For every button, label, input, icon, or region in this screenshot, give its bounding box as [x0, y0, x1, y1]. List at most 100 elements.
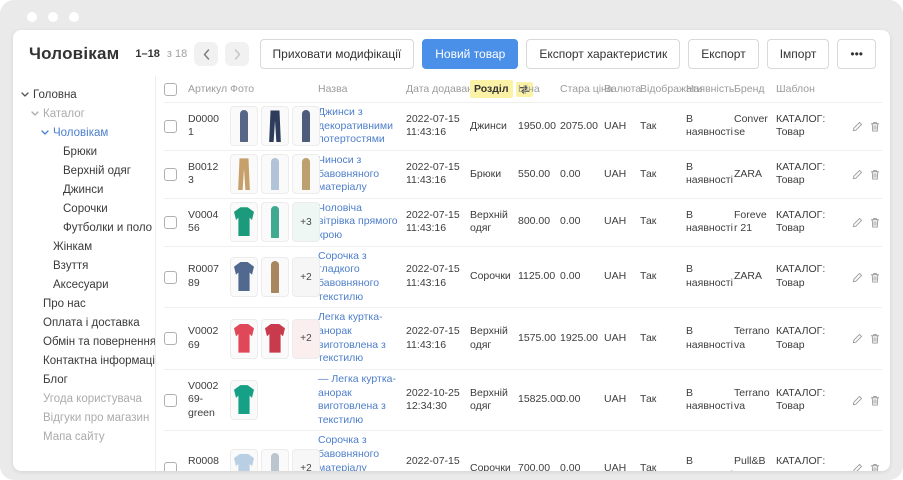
window-dot[interactable]	[48, 12, 58, 22]
edit-icon[interactable]	[852, 217, 863, 228]
column-header-section[interactable]: Розділ	[470, 80, 518, 98]
row-checkbox[interactable]	[164, 216, 177, 229]
product-name-link[interactable]: Сорочка з бавовняного матеріалу притален…	[318, 434, 379, 471]
row-checkbox[interactable]	[164, 120, 177, 133]
row-checkbox[interactable]	[164, 394, 177, 407]
display-cell: Так	[640, 332, 686, 346]
product-name-link[interactable]: Чоловіча вітрівка прямого крою	[318, 202, 398, 241]
product-photo[interactable]	[230, 154, 258, 194]
table-row: V000456 +3 Чоловіча вітрівка прямого кро…	[164, 199, 882, 247]
product-photo[interactable]	[292, 106, 320, 146]
edit-icon[interactable]	[852, 169, 863, 180]
column-header-price[interactable]: Ціна	[518, 83, 560, 95]
product-photo[interactable]	[230, 202, 258, 242]
currency-cell: UAH	[604, 332, 640, 346]
display-cell: Так	[640, 168, 686, 182]
new-product-button[interactable]: Новий товар	[422, 39, 518, 69]
product-photo[interactable]	[261, 202, 289, 242]
product-photo[interactable]	[292, 154, 320, 194]
product-name-link[interactable]: Чиноси з бавовняного матеріалу	[318, 154, 379, 193]
product-photo[interactable]	[261, 257, 289, 297]
sidebar-item-bryuki[interactable]: Брюки	[13, 142, 155, 161]
product-photo[interactable]	[230, 449, 258, 471]
sidebar-item-ugoda-korystuvacha[interactable]: Угода користувача	[13, 389, 155, 408]
more-photos-badge[interactable]: +2	[292, 257, 320, 297]
column-header-brand[interactable]: Бренд	[734, 83, 776, 95]
product-name-link[interactable]: Джинси з декоративними потертостями	[318, 106, 393, 145]
product-photo[interactable]	[230, 257, 258, 297]
sidebar-item-zhinkam[interactable]: Жінкам	[13, 237, 155, 256]
sidebar-item-vidguky[interactable]: Відгуки про магазин	[13, 408, 155, 427]
sidebar-item-dzhinsy[interactable]: Джинси	[13, 180, 155, 199]
edit-icon[interactable]	[852, 395, 863, 406]
edit-icon[interactable]	[852, 121, 863, 132]
price-cell: 550.00	[518, 168, 560, 182]
sidebar-item-obmin-povernennya[interactable]: Обмін та повернення	[13, 332, 155, 351]
product-name-link[interactable]: Легка куртка-анорак виготовлена з тексти…	[318, 311, 386, 364]
sidebar-item-futbolky-polo[interactable]: Футболки и поло	[13, 218, 155, 237]
edit-icon[interactable]	[852, 333, 863, 344]
product-photo[interactable]	[261, 319, 289, 359]
column-header-availability[interactable]: Наявність	[686, 83, 734, 95]
more-photos-badge[interactable]: +2	[292, 319, 320, 359]
chevron-left-icon	[203, 49, 210, 60]
sidebar-item-verkhniy-odyag[interactable]: Верхній одяг	[13, 161, 155, 180]
delete-icon[interactable]	[870, 121, 880, 132]
column-header-date[interactable]: Дата додавання	[406, 83, 470, 95]
sidebar-item-pro-nas[interactable]: Про нас	[13, 294, 155, 313]
sidebar-item-mapa-saytu[interactable]: Мапа сайту	[13, 427, 155, 446]
delete-icon[interactable]	[870, 217, 880, 228]
delete-icon[interactable]	[870, 169, 880, 180]
window-dot[interactable]	[69, 12, 79, 22]
sidebar-item-blog[interactable]: Блог	[13, 370, 155, 389]
row-checkbox[interactable]	[164, 168, 177, 181]
checkbox-cell	[164, 168, 188, 181]
delete-icon[interactable]	[870, 395, 880, 406]
window-dot[interactable]	[27, 12, 37, 22]
column-header-oldprice[interactable]: Стара ціна	[560, 83, 604, 95]
delete-icon[interactable]	[870, 463, 880, 471]
select-all-checkbox[interactable]	[164, 83, 177, 96]
column-header-sku[interactable]: Артикул	[188, 83, 230, 95]
sidebar-item-vzuttya[interactable]: Взуття	[13, 256, 155, 275]
more-actions-button[interactable]: •••	[837, 39, 876, 69]
row-checkbox[interactable]	[164, 271, 177, 284]
import-button[interactable]: Імпорт	[767, 39, 830, 69]
column-header-name[interactable]: Назва	[318, 83, 406, 95]
product-photo[interactable]	[230, 106, 258, 146]
product-name-link[interactable]: Сорочка з гладкого бавовняного текстилю	[318, 250, 379, 303]
delete-icon[interactable]	[870, 272, 880, 283]
export-characteristics-button[interactable]: Експорт характеристик	[526, 39, 680, 69]
sidebar-nav: Головна Каталог Чоловікам Брюки Верхній …	[13, 76, 155, 471]
column-header-photo[interactable]: Фото	[230, 83, 318, 95]
column-header-template[interactable]: Шаблон	[776, 83, 842, 95]
row-checkbox[interactable]	[164, 332, 177, 345]
hide-modifications-button[interactable]: Приховати модифікації	[260, 39, 415, 69]
prev-page-button[interactable]	[194, 42, 218, 66]
sidebar-item-golovna[interactable]: Головна	[13, 85, 155, 104]
sidebar-item-aksesuary[interactable]: Аксесуари	[13, 275, 155, 294]
edit-icon[interactable]	[852, 463, 863, 471]
product-name-link[interactable]: — Легка куртка-анорак виготовлена з текс…	[318, 373, 396, 426]
delete-icon[interactable]	[870, 333, 880, 344]
product-photo[interactable]	[230, 380, 258, 420]
edit-icon[interactable]	[852, 272, 863, 283]
product-photo[interactable]	[261, 154, 289, 194]
sidebar-item-oplata-dostavka[interactable]: Оплата і доставка	[13, 313, 155, 332]
more-photos-badge[interactable]: +3	[292, 202, 320, 242]
sidebar-item-cholovikam[interactable]: Чоловікам	[13, 123, 155, 142]
next-page-button[interactable]	[225, 42, 249, 66]
sidebar-item-kontaktna-informatsiya[interactable]: Контактна інформація	[13, 351, 155, 370]
column-header-currency[interactable]: Валюта	[604, 83, 640, 95]
product-photo[interactable]	[230, 319, 258, 359]
export-button[interactable]: Експорт	[688, 39, 758, 69]
column-header-display[interactable]: Відображати	[640, 83, 686, 95]
section-cell: Сорочки	[470, 462, 518, 471]
sidebar-item-label: Жінкам	[53, 241, 92, 253]
row-checkbox[interactable]	[164, 462, 177, 471]
product-photo[interactable]	[261, 449, 289, 471]
product-photo[interactable]	[261, 106, 289, 146]
sidebar-item-katalog[interactable]: Каталог	[13, 104, 155, 123]
more-photos-badge[interactable]: +2	[292, 449, 320, 471]
sidebar-item-sorochky[interactable]: Сорочки	[13, 199, 155, 218]
